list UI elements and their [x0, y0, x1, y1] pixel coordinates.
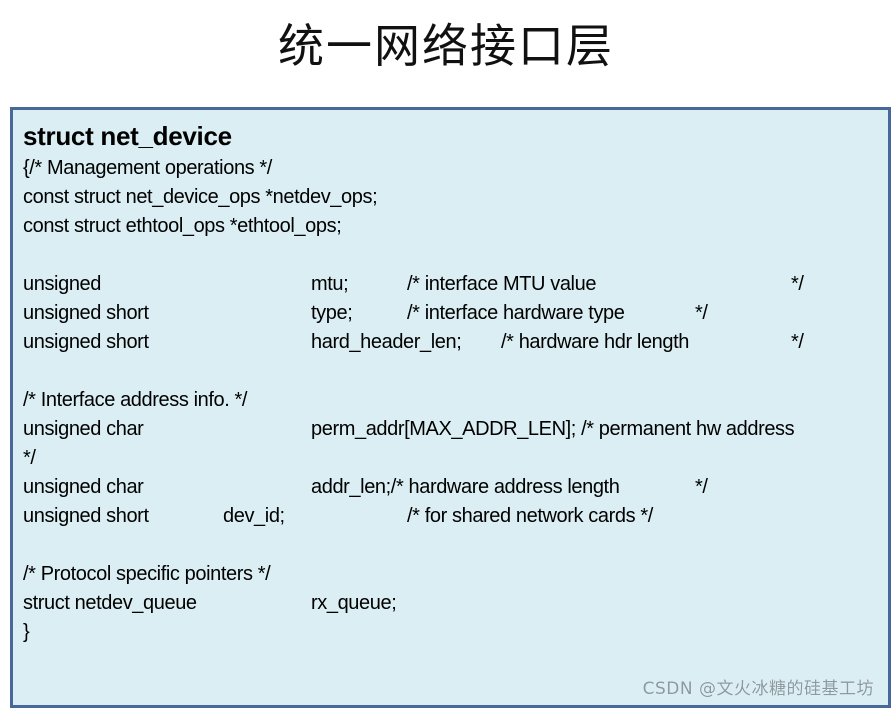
code-line-perm-addr-wrap: */	[23, 444, 888, 473]
code-box: struct net_device {/* Management operati…	[10, 107, 891, 708]
protocol-pointers-comment: /* Protocol specific pointers */	[23, 563, 271, 585]
rx-queue-type: struct netdev_queue	[23, 592, 197, 614]
dev-id-comment: /* for shared network cards */	[407, 505, 653, 527]
perm-addr-comment-end: */	[23, 447, 36, 469]
code-line-addr-comment: /* Interface address info. */	[23, 386, 888, 415]
hard-header-len-comment-end: */	[791, 331, 804, 353]
code-line-perm-addr: unsigned char perm_addr[MAX_ADDR_LEN]; /…	[23, 415, 888, 444]
code-line-netdev-ops: const struct net_device_ops *netdev_ops;	[23, 183, 888, 212]
dev-id-type: unsigned short	[23, 505, 149, 527]
code-content: struct net_device {/* Management operati…	[23, 118, 888, 647]
rx-queue-name: rx_queue;	[311, 592, 397, 614]
close-brace: }	[23, 621, 30, 643]
netdev-ops-decl: const struct net_device_ops *netdev_ops;	[23, 186, 378, 208]
addr-len-decl: addr_len;/* hardware address length	[311, 476, 620, 498]
type-name: type;	[311, 302, 353, 324]
code-line-hard-header-len: unsigned short hard_header_len; /* hardw…	[23, 328, 888, 357]
code-line-rx-queue: struct netdev_queue rx_queue;	[23, 589, 888, 618]
dev-id-name: dev_id;	[223, 505, 285, 527]
addr-len-type: unsigned char	[23, 476, 144, 498]
hard-header-len-type: unsigned short	[23, 331, 149, 353]
code-line-mtu: unsigned mtu; /* interface MTU value */	[23, 270, 888, 299]
management-comment: {/* Management operations */	[23, 157, 272, 179]
watermark: CSDN @文火冰糖的硅基工坊	[642, 679, 874, 699]
code-line-close-brace: }	[23, 618, 888, 647]
address-info-comment: /* Interface address info. */	[23, 389, 248, 411]
code-line-protocol-comment: /* Protocol specific pointers */	[23, 560, 888, 589]
code-line-ethtool-ops: const struct ethtool_ops *ethtool_ops;	[23, 212, 888, 241]
hard-header-len-name: hard_header_len;	[311, 331, 462, 353]
code-line-type: unsigned short type; /* interface hardwa…	[23, 299, 888, 328]
struct-name: struct net_device	[23, 121, 232, 151]
slide-title: 统一网络接口层	[278, 19, 614, 73]
type-type: unsigned short	[23, 302, 149, 324]
mtu-name: mtu;	[311, 273, 349, 295]
hard-header-len-comment: /* hardware hdr length	[501, 331, 689, 353]
perm-addr-decl: perm_addr[MAX_ADDR_LEN]; /* permanent hw…	[311, 418, 795, 440]
type-comment: /* interface hardware type	[407, 302, 625, 324]
mtu-comment: /* interface MTU value	[407, 273, 597, 295]
code-line-addr-len: unsigned char addr_len;/* hardware addre…	[23, 473, 888, 502]
ethtool-ops-decl: const struct ethtool_ops *ethtool_ops;	[23, 215, 342, 237]
mtu-comment-end: */	[791, 273, 804, 295]
type-comment-end: */	[695, 302, 708, 324]
perm-addr-type: unsigned char	[23, 418, 144, 440]
addr-len-comment-end: */	[695, 476, 708, 498]
mtu-type: unsigned	[23, 273, 101, 295]
code-line-open-comment: {/* Management operations */	[23, 154, 888, 183]
code-line-dev-id: unsigned short dev_id; /* for shared net…	[23, 502, 888, 531]
